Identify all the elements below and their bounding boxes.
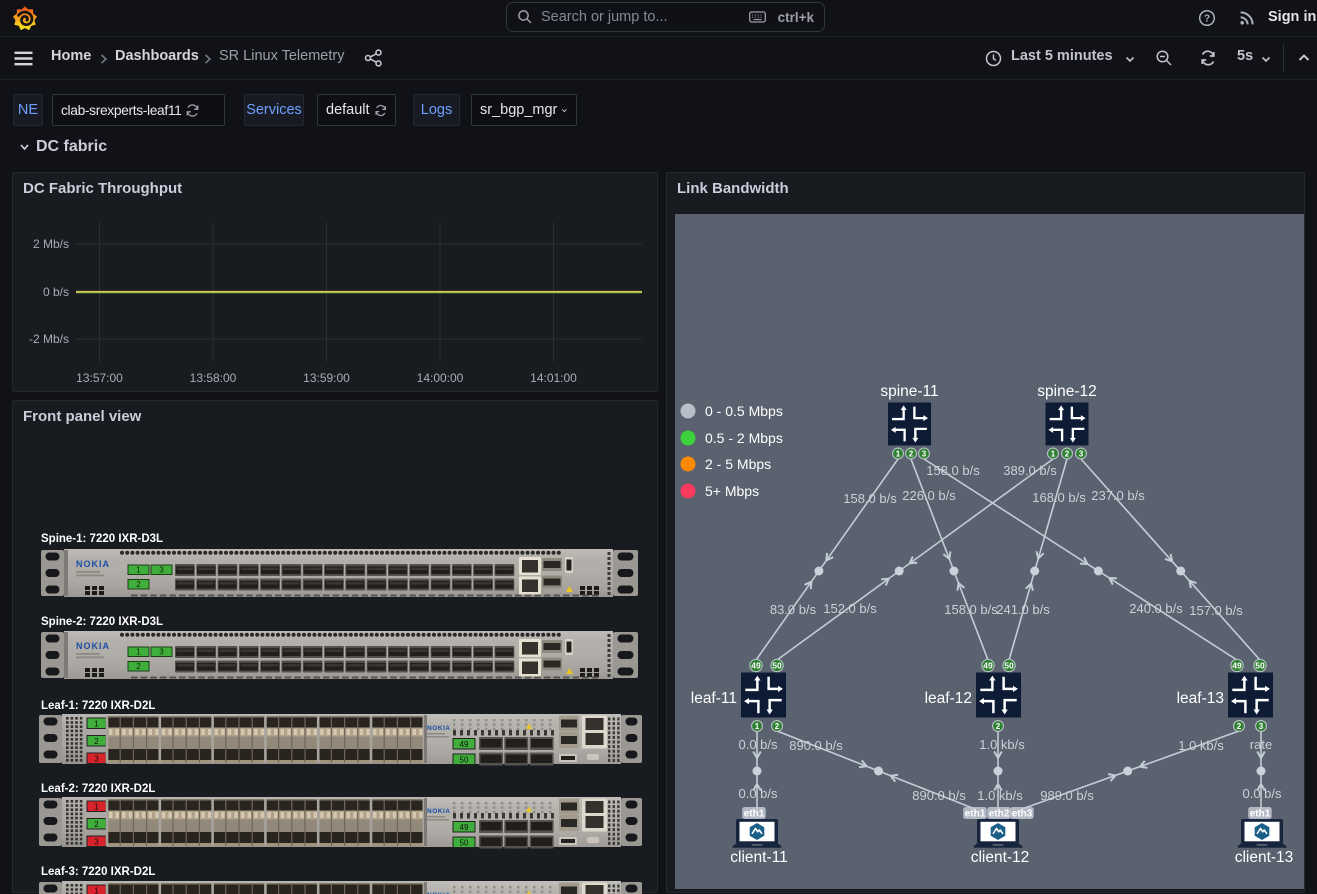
svg-text:49: 49 [983,661,993,671]
svg-text:13:57:00: 13:57:00 [76,371,123,385]
svg-text:leaf-12: leaf-12 [925,690,972,707]
svg-text:389.0 b/s: 389.0 b/s [1003,463,1057,478]
svg-text:158.0 b/s: 158.0 b/s [926,463,980,478]
svg-text:1: 1 [94,802,99,811]
svg-text:2 - 5 Mbps: 2 - 5 Mbps [705,456,771,472]
svg-text:2: 2 [94,820,99,829]
svg-text:158.0 b/s: 158.0 b/s [843,491,897,506]
svg-text:3: 3 [1079,449,1084,458]
svg-text:152.0 b/s: 152.0 b/s [823,601,877,616]
svg-text:2: 2 [94,737,99,746]
svg-text:83.0 b/s: 83.0 b/s [770,602,817,617]
svg-text:NOKIA: NOKIA [427,725,450,732]
svg-text:240.0 b/s: 240.0 b/s [1129,601,1183,616]
svg-text:1: 1 [136,648,141,657]
svg-text:0 b/s: 0 b/s [43,285,69,299]
svg-text:14:01:00: 14:01:00 [530,371,577,385]
svg-text:-2 Mb/s: -2 Mb/s [29,332,69,346]
svg-text:0.0 b/s: 0.0 b/s [738,737,778,752]
svg-text:13:59:00: 13:59:00 [303,371,350,385]
svg-text:eth1: eth1 [965,809,986,820]
svg-text:50: 50 [460,755,469,764]
svg-text:989.0 b/s: 989.0 b/s [1040,788,1094,803]
svg-text:49: 49 [751,661,761,671]
svg-text:226.0 b/s: 226.0 b/s [902,488,956,503]
svg-text:14:00:00: 14:00:00 [417,371,464,385]
svg-text:spine-12: spine-12 [1037,383,1096,400]
svg-text:1: 1 [94,886,99,894]
svg-text:1: 1 [755,722,760,731]
svg-text:2: 2 [136,580,141,589]
svg-text:168.0 b/s: 168.0 b/s [1032,490,1086,505]
svg-text:eth3: eth3 [1012,809,1033,820]
svg-text:client-13: client-13 [1235,849,1294,866]
svg-text:1: 1 [136,566,141,575]
svg-text:157.0 b/s: 157.0 b/s [1189,603,1243,618]
svg-text:3: 3 [94,754,99,763]
svg-text:?: ? [1204,14,1210,25]
svg-text:1.0 kb/s: 1.0 kb/s [1178,738,1224,753]
svg-text:890.0 b/s: 890.0 b/s [912,788,966,803]
svg-text:1: 1 [896,449,901,458]
svg-text:0 - 0.5 Mbps: 0 - 0.5 Mbps [705,403,783,419]
svg-text:2 Mb/s: 2 Mb/s [33,237,69,251]
svg-text:0.5 - 2 Mbps: 0.5 - 2 Mbps [705,430,783,446]
svg-text:890.0 b/s: 890.0 b/s [789,738,843,753]
svg-text:1: 1 [94,719,99,728]
svg-text:eth1: eth1 [744,809,765,820]
svg-text:Spine-2: 7220 IXR-D3L: Spine-2: 7220 IXR-D3L [41,616,163,628]
svg-text:3: 3 [1259,722,1264,731]
svg-text:0.0 b/s: 0.0 b/s [1242,786,1282,801]
svg-text:Leaf-3: 7220 IXR-D2L: Leaf-3: 7220 IXR-D2L [41,866,155,878]
svg-text:49: 49 [1232,661,1242,671]
svg-text:eth1: eth1 [1250,809,1271,820]
svg-text:leaf-11: leaf-11 [691,690,737,707]
svg-text:49: 49 [460,740,469,749]
svg-text:5+ Mbps: 5+ Mbps [705,483,759,499]
svg-text:3: 3 [159,648,164,657]
svg-text:Leaf-1: 7220 IXR-D2L: Leaf-1: 7220 IXR-D2L [41,700,155,712]
svg-text:NOKIA: NOKIA [76,641,110,651]
svg-text:50: 50 [1255,661,1265,671]
svg-text:spine-11: spine-11 [880,383,938,400]
svg-text:2: 2 [909,449,914,458]
svg-text:13:58:00: 13:58:00 [190,371,237,385]
svg-text:Spine-1: 7220 IXR-D3L: Spine-1: 7220 IXR-D3L [41,533,163,545]
svg-text:2: 2 [775,722,780,731]
svg-text:50: 50 [772,661,782,671]
svg-text:2: 2 [1065,449,1070,458]
svg-text:3: 3 [159,566,164,575]
svg-text:158.0 b/s: 158.0 b/s [944,602,998,617]
svg-text:client-12: client-12 [971,849,1030,866]
svg-text:2: 2 [136,662,141,671]
svg-text:client-11: client-11 [730,849,787,866]
svg-text:50: 50 [460,838,469,847]
svg-text:3: 3 [94,837,99,846]
svg-text:50: 50 [1004,661,1014,671]
svg-text:241.0 b/s: 241.0 b/s [996,602,1050,617]
svg-text:3: 3 [922,449,927,458]
svg-text:0.0 b/s: 0.0 b/s [738,786,778,801]
svg-text:1: 1 [1051,449,1056,458]
svg-text:leaf-13: leaf-13 [1177,690,1224,707]
svg-text:eth2: eth2 [989,809,1010,820]
svg-text:NOKIA: NOKIA [76,559,110,569]
svg-text:49: 49 [460,823,469,832]
svg-text:rate: rate [1250,737,1272,752]
svg-text:1.0 kb/s: 1.0 kb/s [977,788,1023,803]
svg-text:2: 2 [1237,722,1242,731]
svg-text:237.0 b/s: 237.0 b/s [1091,488,1145,503]
svg-text:Leaf-2: 7220 IXR-D2L: Leaf-2: 7220 IXR-D2L [41,783,155,795]
svg-text:NOKIA: NOKIA [427,808,450,815]
svg-text:1.0 kb/s: 1.0 kb/s [979,737,1025,752]
svg-text:2: 2 [996,722,1001,731]
